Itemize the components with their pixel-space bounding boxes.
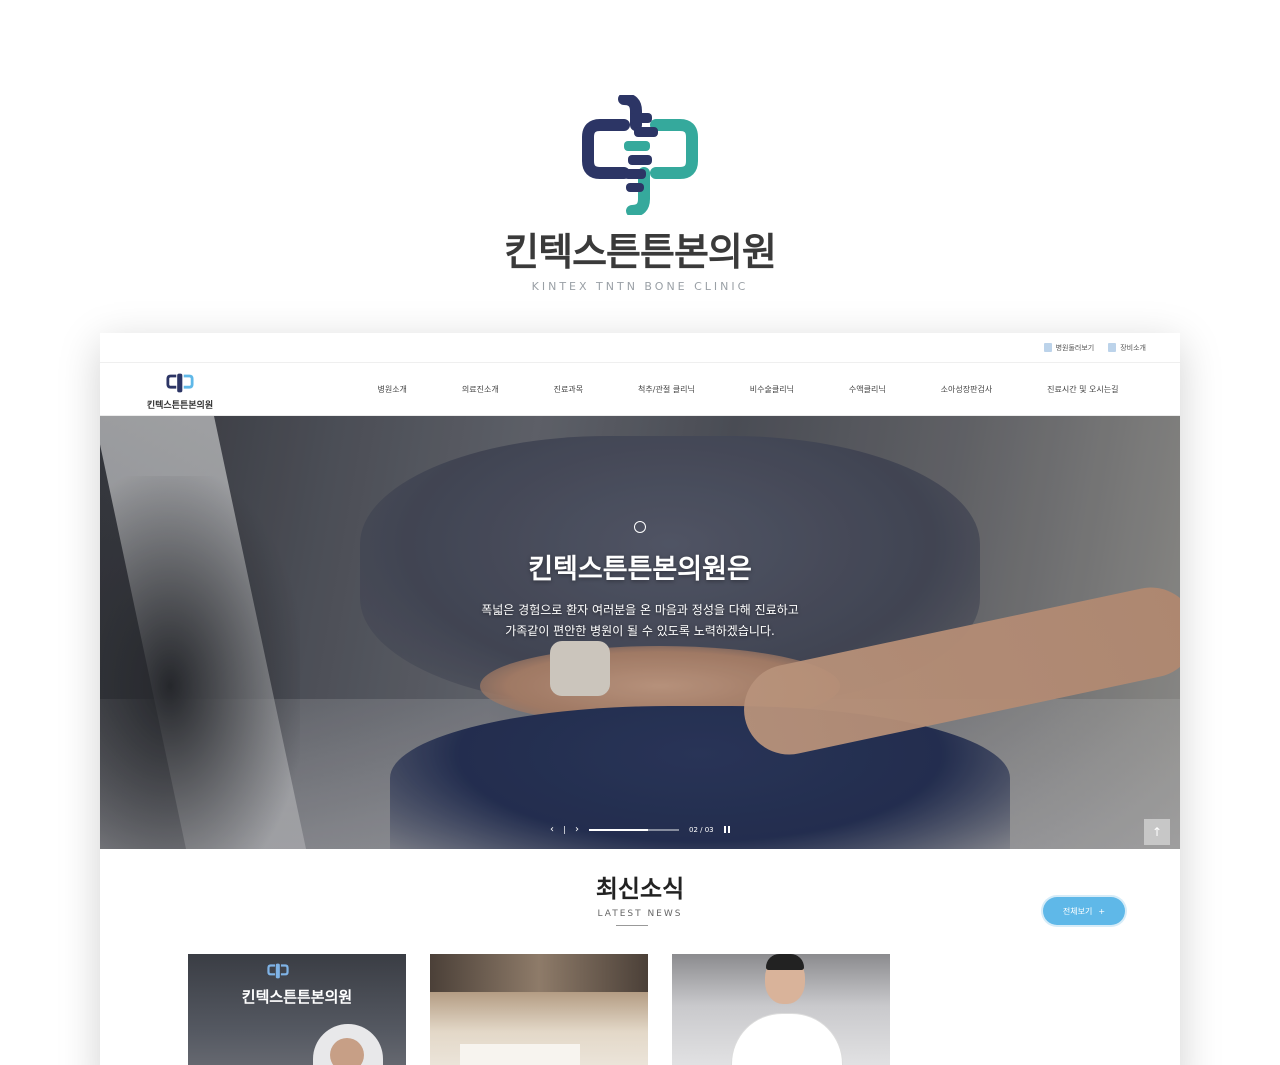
nav-item-spine-joint[interactable]: 척추/관절 클리닉 <box>638 384 695 395</box>
util-link-label: 병원둘러보기 <box>1055 343 1095 352</box>
hero-description: 폭넓은 경험으로 환자 여러분을 온 마음과 정성을 다해 진료하고 가족같이 … <box>100 600 1180 642</box>
interior-ceiling <box>430 954 648 992</box>
view-all-label: 전체보기 <box>1062 906 1093 916</box>
doctor-head <box>330 1038 364 1065</box>
slide-counter: 02 / 03 <box>689 825 714 834</box>
slider-progress-fill <box>589 828 649 831</box>
clinic-logo-icon <box>166 373 194 393</box>
nav-menu: 병원소개 의료진소개 진료과목 척추/관절 클리닉 비수술클리닉 수액클리닉 소… <box>260 384 1180 395</box>
news-card[interactable]: 킨텍스튼튼본의원 <box>188 954 406 1065</box>
slider-controls: ‹ › 02 / 03 <box>550 824 730 835</box>
nav-item-about[interactable]: 병원소개 <box>377 384 406 395</box>
nav-item-hours-location[interactable]: 진료시간 및 오시는길 <box>1047 384 1118 395</box>
hero-slider: 킨텍스튼튼본의원은 폭넓은 경험으로 환자 여러분을 온 마음과 정성을 다해 … <box>100 416 1180 849</box>
news-title: 최신소식 <box>595 875 685 903</box>
hero-content: 킨텍스튼튼본의원은 폭넓은 경험으로 환자 여러분을 온 마음과 정성을 다해 … <box>100 521 1180 642</box>
util-link-equipment[interactable]: 장비소개 <box>1108 343 1146 353</box>
arrow-up-icon: ↑ <box>1151 825 1163 839</box>
document-icon <box>1108 343 1117 352</box>
hero-title: 킨텍스튼튼본의원은 <box>528 554 752 585</box>
plus-icon: + <box>1098 906 1106 916</box>
website-mockup: 병원둘러보기 장비소개 킨텍스튼튼본의원 병원소개 의료진소개 진료과목 척추/… <box>100 333 1180 1065</box>
hero-desc-line: 가족같이 편안한 병원이 될 수 있도록 노력하겠습니다. <box>505 624 775 638</box>
main-nav: 킨텍스튼튼본의원 병원소개 의료진소개 진료과목 척추/관절 클리닉 비수술클리… <box>100 363 1180 416</box>
doctor-figure <box>732 1014 842 1065</box>
util-link-tour[interactable]: 병원둘러보기 <box>1043 343 1095 353</box>
site-logo[interactable]: 킨텍스튼튼본의원 <box>100 367 260 411</box>
news-card[interactable] <box>430 954 648 1065</box>
nav-item-nonsurgical[interactable]: 비수술클리닉 <box>750 384 794 395</box>
brand-block: 킨텍스튼튼본의원 KINTEX TNTN BONE CLINIC <box>0 95 1280 293</box>
view-all-button[interactable]: 전체보기 + <box>1043 897 1125 925</box>
utility-bar: 병원둘러보기 장비소개 <box>100 333 1180 363</box>
news-subtitle: LATEST NEWS <box>597 909 683 919</box>
nav-item-departments[interactable]: 진료과목 <box>554 384 583 395</box>
slider-progress <box>589 828 679 831</box>
news-section: 최신소식 LATEST NEWS 전체보기 + 킨텍스튼튼본의원 <box>100 849 1180 1065</box>
news-card[interactable] <box>672 954 890 1065</box>
nav-item-growth-test[interactable]: 소아성장판검사 <box>941 384 993 395</box>
site-logo-text: 킨텍스튼튼본의원 <box>146 401 214 411</box>
document-icon <box>1043 343 1052 352</box>
slider-divider <box>564 825 565 834</box>
news-cards: 킨텍스튼튼본의원 <box>188 954 890 1065</box>
pause-icon[interactable] <box>723 826 730 833</box>
doctor-hair <box>766 954 804 970</box>
brand-subtitle: KINTEX TNTN BONE CLINIC <box>531 280 749 293</box>
util-link-label: 장비소개 <box>1120 343 1146 352</box>
showcase-page: 킨텍스튼튼본의원 KINTEX TNTN BONE CLINIC 병원둘러보기 … <box>0 0 1280 1065</box>
chevron-right-icon[interactable]: › <box>575 824 579 835</box>
circle-icon <box>634 521 646 533</box>
nav-item-iv-clinic[interactable]: 수액클리닉 <box>849 384 886 395</box>
scroll-top-button[interactable]: ↑ <box>1144 819 1170 845</box>
interior-desk <box>460 1044 580 1065</box>
clinic-logo-icon <box>582 95 698 215</box>
clinic-logo-icon <box>267 963 289 979</box>
card-sign-text: 킨텍스튼튼본의원 <box>241 988 353 1006</box>
hero-desc-line: 폭넓은 경험으로 환자 여러분을 온 마음과 정성을 다해 진료하고 <box>481 603 799 617</box>
news-underline <box>616 925 648 926</box>
brand-name: 킨텍스튼튼본의원 <box>504 230 777 274</box>
chevron-left-icon[interactable]: ‹ <box>550 824 554 835</box>
nav-item-doctors[interactable]: 의료진소개 <box>462 384 499 395</box>
